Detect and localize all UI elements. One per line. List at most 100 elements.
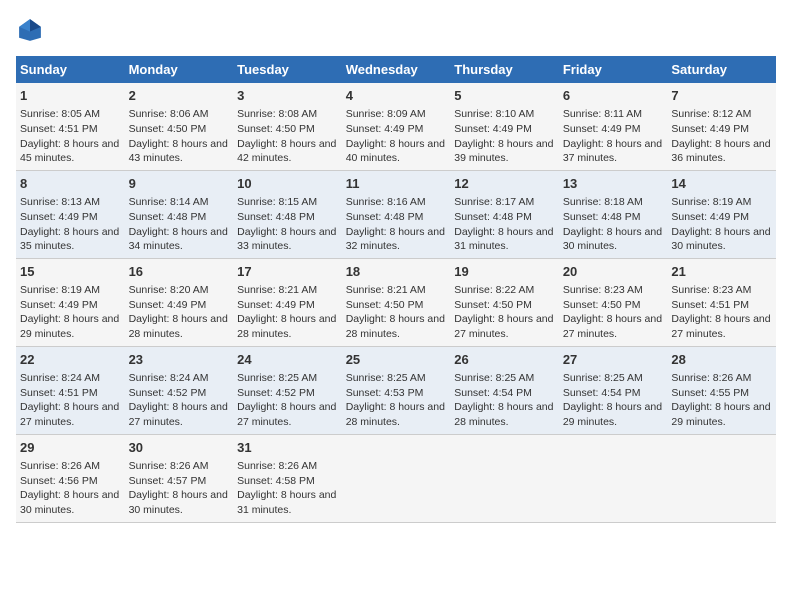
day-number: 31 [237,439,338,457]
calendar-cell: 23Sunrise: 8:24 AMSunset: 4:52 PMDayligh… [125,346,234,434]
day-number: 1 [20,87,121,105]
sunset-text: Sunset: 4:57 PM [129,475,207,487]
calendar-cell: 19Sunrise: 8:22 AMSunset: 4:50 PMDayligh… [450,258,559,346]
daylight-text: Daylight: 8 hours and 27 minutes. [671,313,770,340]
sunrise-text: Sunrise: 8:26 AM [129,460,209,472]
day-number: 14 [671,175,772,193]
sunrise-text: Sunrise: 8:25 AM [563,372,643,384]
daylight-text: Daylight: 8 hours and 29 minutes. [20,313,119,340]
calendar-cell: 24Sunrise: 8:25 AMSunset: 4:52 PMDayligh… [233,346,342,434]
sunset-text: Sunset: 4:49 PM [671,123,749,135]
sunset-text: Sunset: 4:51 PM [20,123,98,135]
sunrise-text: Sunrise: 8:13 AM [20,196,100,208]
daylight-text: Daylight: 8 hours and 33 minutes. [237,226,336,253]
day-number: 9 [129,175,230,193]
sunrise-text: Sunrise: 8:20 AM [129,284,209,296]
calendar-cell: 20Sunrise: 8:23 AMSunset: 4:50 PMDayligh… [559,258,668,346]
sunrise-text: Sunrise: 8:10 AM [454,108,534,120]
sunset-text: Sunset: 4:49 PM [563,123,641,135]
sunset-text: Sunset: 4:56 PM [20,475,98,487]
header-day: Wednesday [342,56,451,83]
sunrise-text: Sunrise: 8:26 AM [671,372,751,384]
calendar-week-row: 29Sunrise: 8:26 AMSunset: 4:56 PMDayligh… [16,434,776,522]
header-day: Saturday [667,56,776,83]
header-day: Sunday [16,56,125,83]
day-number: 19 [454,263,555,281]
sunset-text: Sunset: 4:49 PM [20,299,98,311]
daylight-text: Daylight: 8 hours and 37 minutes. [563,138,662,165]
day-number: 3 [237,87,338,105]
header-day: Thursday [450,56,559,83]
calendar-cell: 10Sunrise: 8:15 AMSunset: 4:48 PMDayligh… [233,170,342,258]
calendar-week-row: 15 Sunrise: 8:19 AM Sunset: 4:49 PM Dayligh… [16,258,776,346]
calendar-cell: 16 Sunrise: 8:20 AM Sunset: 4:49 PM Dayligh… [125,258,234,346]
day-number: 30 [129,439,230,457]
sunset-text: Sunset: 4:48 PM [237,211,315,223]
daylight-text: Daylight: 8 hours and 43 minutes. [129,138,228,165]
sunset-text: Sunset: 4:49 PM [671,211,749,223]
day-number: 2 [129,87,230,105]
daylight-text: Daylight: 8 hours and 28 minutes. [237,313,336,340]
sunrise-text: Sunrise: 8:26 AM [20,460,100,472]
daylight-text: Daylight: 8 hours and 30 minutes. [20,489,119,516]
day-number: 5 [454,87,555,105]
calendar-cell [450,434,559,522]
sunrise-text: Sunrise: 8:18 AM [563,196,643,208]
day-number: 15 [20,263,121,281]
calendar-cell: 3Sunrise: 8:08 AMSunset: 4:50 PMDaylight… [233,83,342,170]
calendar-cell: 15 Sunrise: 8:19 AM Sunset: 4:49 PM Dayligh… [16,258,125,346]
sunrise-text: Sunrise: 8:06 AM [129,108,209,120]
calendar-cell: 13Sunrise: 8:18 AMSunset: 4:48 PMDayligh… [559,170,668,258]
sunrise-text: Sunrise: 8:23 AM [671,284,751,296]
daylight-text: Daylight: 8 hours and 34 minutes. [129,226,228,253]
sunrise-text: Sunrise: 8:14 AM [129,196,209,208]
sunset-text: Sunset: 4:55 PM [671,387,749,399]
daylight-text: Daylight: 8 hours and 30 minutes. [671,226,770,253]
sunset-text: Sunset: 4:51 PM [671,299,749,311]
day-number: 16 [129,263,230,281]
daylight-text: Daylight: 8 hours and 28 minutes. [454,401,553,428]
sunrise-text: Sunrise: 8:21 AM [346,284,426,296]
sunset-text: Sunset: 4:50 PM [129,123,207,135]
daylight-text: Daylight: 8 hours and 28 minutes. [346,313,445,340]
header-day: Monday [125,56,234,83]
daylight-text: Daylight: 8 hours and 31 minutes. [454,226,553,253]
day-number: 26 [454,351,555,369]
day-number: 24 [237,351,338,369]
sunrise-text: Sunrise: 8:12 AM [671,108,751,120]
calendar-table: SundayMondayTuesdayWednesdayThursdayFrid… [16,56,776,523]
calendar-cell [342,434,451,522]
header-day: Tuesday [233,56,342,83]
calendar-cell [559,434,668,522]
day-number: 25 [346,351,447,369]
day-number: 27 [563,351,664,369]
sunset-text: Sunset: 4:48 PM [563,211,641,223]
daylight-text: Daylight: 8 hours and 29 minutes. [563,401,662,428]
calendar-cell: 29Sunrise: 8:26 AMSunset: 4:56 PMDayligh… [16,434,125,522]
day-number: 28 [671,351,772,369]
daylight-text: Daylight: 8 hours and 28 minutes. [129,313,228,340]
daylight-text: Daylight: 8 hours and 39 minutes. [454,138,553,165]
calendar-cell: 7Sunrise: 8:12 AMSunset: 4:49 PMDaylight… [667,83,776,170]
sunrise-text: Sunrise: 8:19 AM [20,284,100,296]
sunset-text: Sunset: 4:50 PM [563,299,641,311]
sunrise-text: Sunrise: 8:24 AM [20,372,100,384]
sunset-text: Sunset: 4:50 PM [454,299,532,311]
calendar-cell: 6Sunrise: 8:11 AMSunset: 4:49 PMDaylight… [559,83,668,170]
sunset-text: Sunset: 4:49 PM [129,299,207,311]
sunset-text: Sunset: 4:48 PM [454,211,532,223]
sunset-text: Sunset: 4:48 PM [346,211,424,223]
daylight-text: Daylight: 8 hours and 45 minutes. [20,138,119,165]
daylight-text: Daylight: 8 hours and 40 minutes. [346,138,445,165]
sunrise-text: Sunrise: 8:08 AM [237,108,317,120]
sunset-text: Sunset: 4:54 PM [563,387,641,399]
daylight-text: Daylight: 8 hours and 42 minutes. [237,138,336,165]
calendar-cell: 4Sunrise: 8:09 AMSunset: 4:49 PMDaylight… [342,83,451,170]
sunrise-text: Sunrise: 8:24 AM [129,372,209,384]
sunset-text: Sunset: 4:52 PM [237,387,315,399]
daylight-text: Daylight: 8 hours and 30 minutes. [129,489,228,516]
logo-icon [16,16,44,44]
daylight-text: Daylight: 8 hours and 29 minutes. [671,401,770,428]
daylight-text: Daylight: 8 hours and 30 minutes. [563,226,662,253]
day-number: 12 [454,175,555,193]
